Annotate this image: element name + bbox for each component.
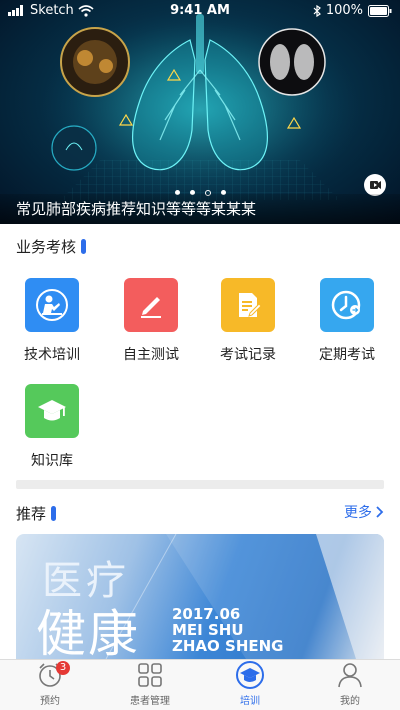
battery-percent: 100% — [325, 3, 363, 18]
section-title-text: 推荐 — [16, 505, 47, 523]
notification-badge: 3 — [56, 661, 70, 675]
battery-icon — [368, 4, 392, 17]
clock-icon — [320, 278, 374, 332]
title-accent-bar — [51, 506, 57, 521]
grid-item-periodic-exam[interactable]: 定期考试 — [307, 278, 387, 364]
section-divider — [16, 480, 384, 489]
tab-label: 预约 — [40, 696, 60, 707]
document-pen-icon — [221, 278, 275, 332]
more-link[interactable]: 更多 — [344, 502, 384, 522]
grid-item-self-test[interactable]: 自主测试 — [111, 278, 191, 364]
tab-mine[interactable]: 我的 — [300, 660, 400, 710]
card-name1: MEI SHU — [172, 621, 244, 639]
grid-label: 考试记录 — [220, 347, 276, 363]
tab-label: 我的 — [340, 696, 360, 707]
card-meta: 2017.06 MEI SHU ZHAO SHENG — [172, 606, 283, 654]
card-title-line2: 健康 — [36, 605, 140, 659]
more-label: 更多 — [344, 505, 372, 521]
tab-label: 培训 — [240, 696, 260, 707]
tab-bar: 3 预约 患者管理 培训 我的 — [0, 659, 400, 710]
tab-appointment[interactable]: 3 预约 — [0, 660, 100, 710]
tab-training[interactable]: 培训 — [200, 660, 300, 710]
status-bar: Sketch 9:41 AM 100% — [0, 0, 400, 22]
section-title-assessment: 业务考核 — [16, 236, 87, 257]
card-name2: ZHAO SHENG — [172, 637, 284, 655]
play-icon — [370, 181, 381, 189]
card-date: 2017.06 — [172, 605, 241, 623]
section-title-text: 业务考核 — [16, 238, 77, 256]
recommend-card[interactable]: 医疗 健康 2017.06 MEI SHU ZHAO SHENG — [16, 534, 384, 659]
grid-label: 知识库 — [31, 453, 73, 469]
person-icon — [338, 663, 362, 688]
title-accent-bar — [81, 239, 87, 254]
presenter-icon — [25, 278, 79, 332]
grid-label: 技术培训 — [24, 347, 80, 363]
chevron-right-icon — [376, 506, 384, 518]
play-button[interactable] — [364, 174, 386, 196]
grid-item-exam-records[interactable]: 考试记录 — [208, 278, 288, 364]
training-icon — [236, 661, 264, 689]
grid-item-tech-training[interactable]: 技术培训 — [12, 278, 92, 364]
graduation-cap-icon — [25, 384, 79, 438]
section-title-recommend: 推荐 — [16, 503, 57, 524]
grid-item-knowledge-base[interactable]: 知识库 — [12, 384, 92, 470]
banner-caption: 常见肺部疾病推荐知识等等等某某某 — [16, 200, 257, 218]
grid-label: 定期考试 — [319, 347, 375, 363]
banner[interactable]: Sketch 9:41 AM 100% 常见肺部疾病推荐知识等等等某某某 — [0, 0, 400, 224]
pen-icon — [124, 278, 178, 332]
tab-patient-management[interactable]: 患者管理 — [100, 660, 200, 710]
bluetooth-icon — [313, 4, 321, 17]
tab-label: 患者管理 — [130, 696, 170, 707]
grid-icon — [138, 663, 162, 687]
grid-label: 自主测试 — [123, 347, 179, 363]
